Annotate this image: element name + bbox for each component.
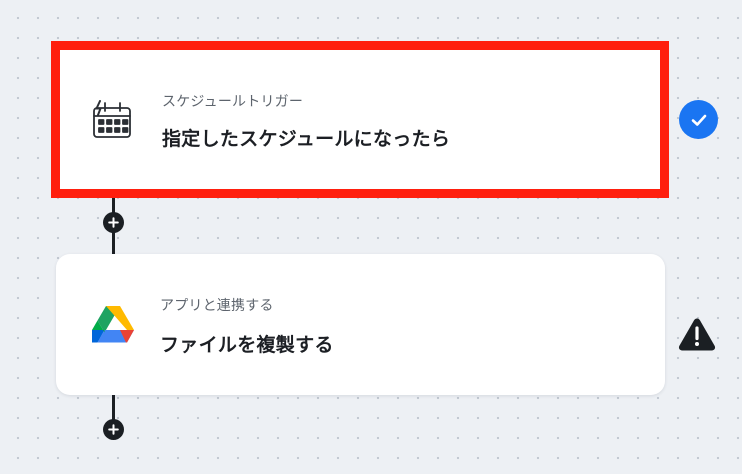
schedule-calendar-icon <box>89 97 135 143</box>
add-step-button[interactable] <box>103 212 124 233</box>
google-drive-icon <box>90 304 136 344</box>
step-title: ファイルを複製する <box>160 334 334 356</box>
plus-icon <box>108 217 119 228</box>
warning-triangle-icon <box>677 316 717 352</box>
add-step-button[interactable] <box>103 419 124 440</box>
step-title: 指定したスケジュールになったら <box>162 128 451 150</box>
check-circle-icon <box>679 100 718 139</box>
action-step-card[interactable]: アプリと連携する ファイルを複製する <box>56 254 665 395</box>
step-type-label: アプリと連携する <box>160 298 274 314</box>
plus-icon <box>108 424 119 435</box>
trigger-step-card[interactable]: スケジュールトリガー 指定したスケジュールになったら <box>51 41 669 198</box>
step-type-label: スケジュールトリガー <box>162 94 304 110</box>
